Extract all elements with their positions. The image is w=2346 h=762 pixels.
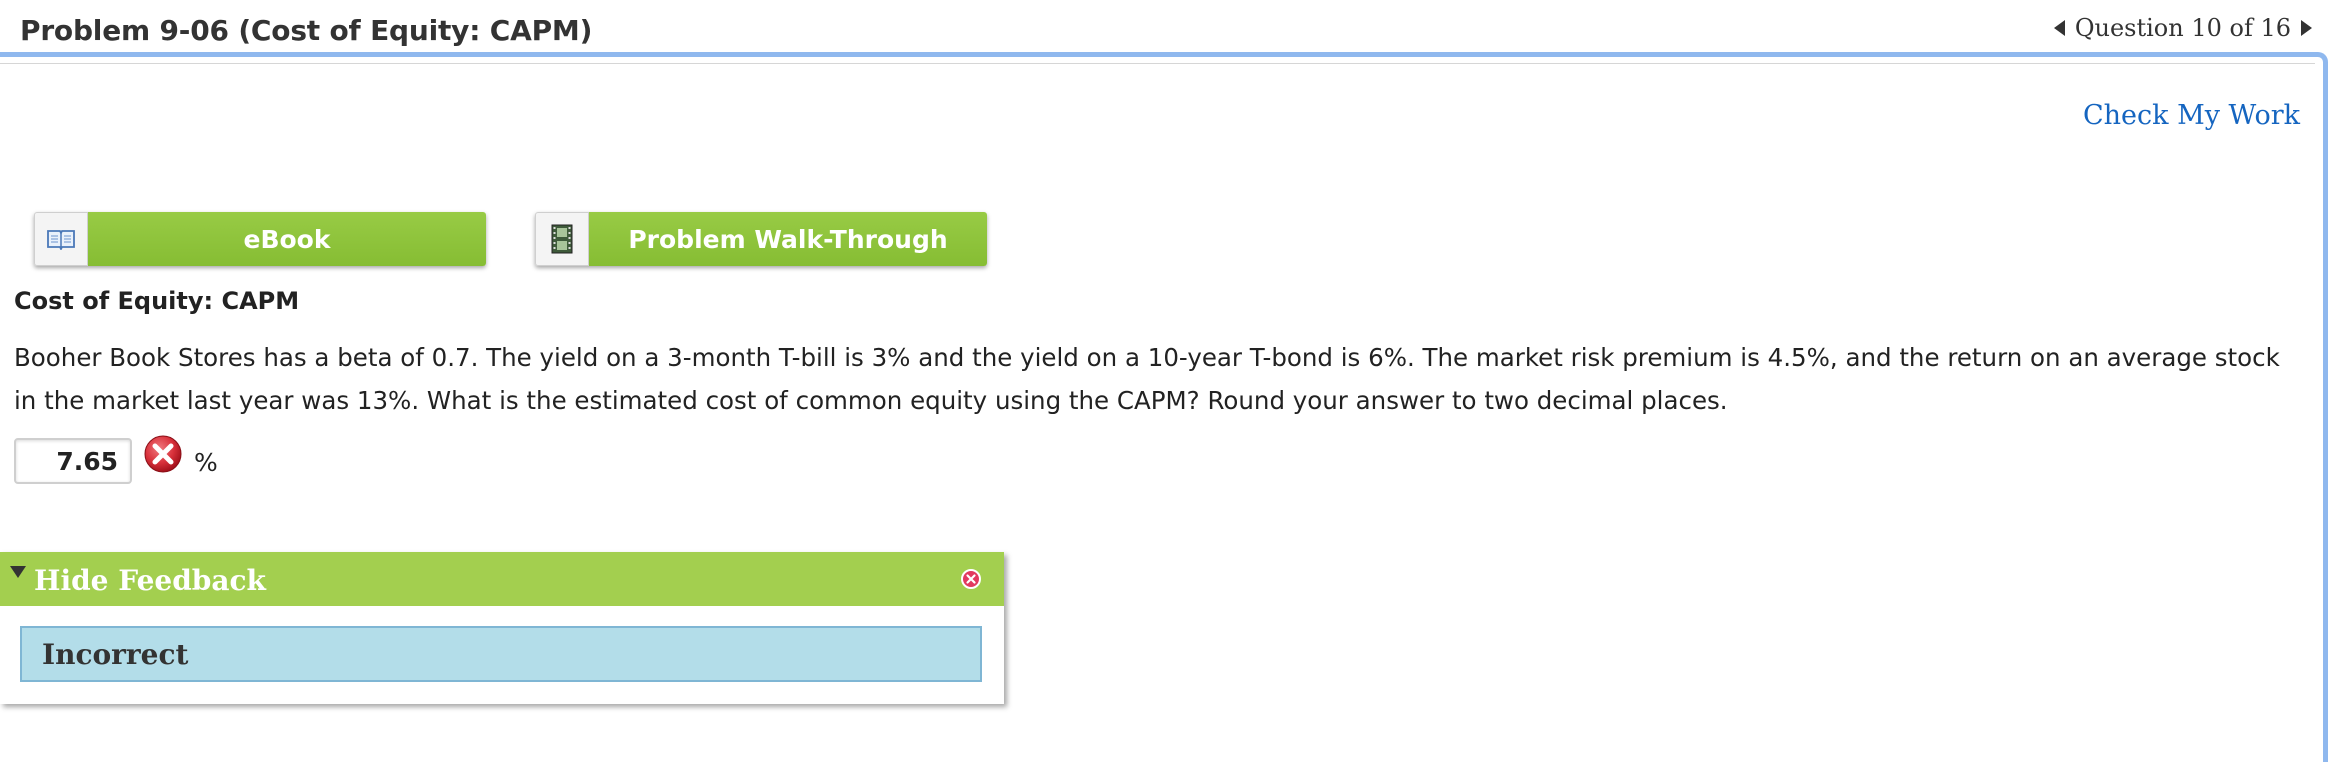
ebook-label: eBook: [88, 212, 486, 266]
close-icon[interactable]: [960, 568, 982, 590]
book-icon: [34, 212, 88, 266]
feedback-result-box: Incorrect: [20, 626, 982, 682]
problem-walkthrough-button[interactable]: Problem Walk-Through: [535, 212, 987, 266]
problem-text: Booher Book Stores has a beta of 0.7. Th…: [14, 343, 2280, 415]
previous-question-icon[interactable]: [2053, 20, 2065, 36]
percent-unit: %: [194, 448, 218, 477]
next-question-icon[interactable]: [2301, 20, 2312, 36]
problem-subheading: Cost of Equity: CAPM: [14, 287, 300, 315]
feedback-header: Hide Feedback: [0, 552, 1004, 606]
incorrect-x-icon: [143, 434, 183, 474]
question-navigator: Question 10 of 16: [2053, 14, 2312, 42]
header-bar: Problem 9-06 (Cost of Equity: CAPM) Ques…: [0, 0, 2346, 56]
check-my-work-link[interactable]: Check My Work: [2083, 100, 2300, 131]
answer-input[interactable]: [14, 438, 132, 484]
feedback-result-text: Incorrect: [42, 638, 189, 671]
page-title: Problem 9-06 (Cost of Equity: CAPM): [20, 14, 593, 47]
film-strip-icon: [535, 212, 589, 266]
collapse-triangle-icon[interactable]: [10, 566, 26, 578]
hide-feedback-toggle[interactable]: Hide Feedback: [34, 564, 266, 597]
question-counter: Question 10 of 16: [2074, 14, 2291, 42]
ebook-button[interactable]: eBook: [34, 212, 486, 266]
problem-walkthrough-label: Problem Walk-Through: [589, 212, 987, 266]
feedback-panel: Hide Feedback Incorrect: [0, 552, 1004, 704]
